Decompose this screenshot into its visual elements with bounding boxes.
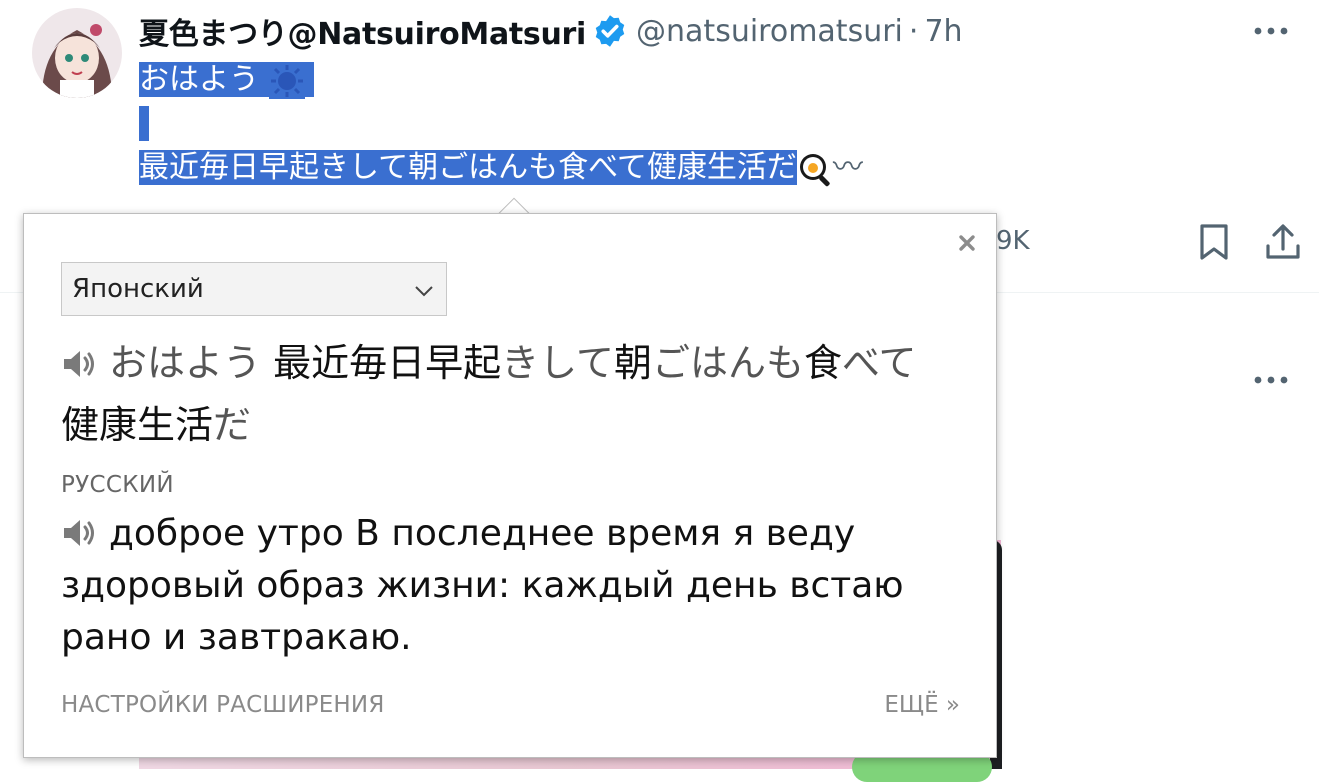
translation-text: доброе утро В последнее время я веду здо… <box>61 508 941 664</box>
selected-text: 最近毎日早起きして朝ごはんも食べて健康生活だ <box>139 150 797 185</box>
wavy-dash-glyph: 〰 <box>832 150 863 185</box>
source-word: べて <box>842 341 917 385</box>
source-word: きして <box>501 341 614 385</box>
translation-popup: Японский おはよう 最近毎日早起きして朝ごはんも食べて健康生活だ РУС… <box>23 213 997 758</box>
chevron-down-icon <box>412 279 436 303</box>
share-icon[interactable] <box>1264 222 1302 262</box>
display-name[interactable]: 夏色まつり@NatsuiroMatsuri <box>139 9 586 53</box>
speaker-icon[interactable] <box>61 512 97 546</box>
avatar-image <box>32 8 122 98</box>
source-word-highlighted: 食 <box>804 341 843 385</box>
source-word-highlighted: 健康生活 <box>61 403 214 447</box>
extension-settings-link[interactable]: НАСТРОЙКИ РАСШИРЕНИЯ <box>61 692 385 718</box>
tweet-text-line-2 <box>139 102 863 146</box>
source-word-highlighted: 朝 <box>613 341 652 385</box>
popup-pointer <box>496 195 530 214</box>
source-language-value: Японский <box>72 274 204 304</box>
more-horizontal-icon[interactable] <box>1251 365 1291 395</box>
source-text-content: おはよう 最近毎日早起きして朝ごはんも食べて健康生活だ <box>61 341 917 447</box>
verified-badge-icon <box>592 13 628 49</box>
source-language-select[interactable]: Японский <box>61 262 447 316</box>
source-word-highlighted: 最近毎日早起 <box>273 341 502 385</box>
greeting-text: おはよう <box>139 62 259 97</box>
tweet-header: 夏色まつり@NatsuiroMatsuri @natsuiromatsuri ·… <box>139 9 963 53</box>
close-icon[interactable] <box>956 232 978 254</box>
avatar[interactable] <box>32 8 122 98</box>
speaker-icon[interactable] <box>61 336 97 377</box>
fried-egg-emoji-icon <box>797 151 833 187</box>
views-count[interactable]: 9K <box>996 226 1030 256</box>
header-separator: · <box>908 13 919 49</box>
tweet-text-line-3: 最近毎日早起きして朝ごはんも食べて健康生活だ 〰 <box>139 146 863 190</box>
tweet-text: おはよう 最近毎日早起きして朝ごはんも食べて健康生活だ 〰 <box>139 58 863 190</box>
sun-emoji-icon <box>268 62 305 99</box>
source-word: だ <box>213 403 252 447</box>
translation-content: доброе утро В последнее время я веду здо… <box>61 513 904 658</box>
bookmark-icon[interactable] <box>1196 222 1232 262</box>
user-handle[interactable]: @natsuiromatsuri <box>636 14 903 49</box>
tweet-timestamp[interactable]: 7h <box>924 14 962 49</box>
more-horizontal-icon[interactable] <box>1251 16 1291 46</box>
source-word: ごはんも <box>652 341 805 385</box>
more-link[interactable]: ЕЩЁ » <box>884 692 960 718</box>
source-word: おはよう <box>109 341 274 385</box>
target-language-label: РУССКИЙ <box>61 472 174 498</box>
tweet-text-line-1: おはよう <box>139 58 863 102</box>
source-text: おはよう 最近毎日早起きして朝ごはんも食べて健康生活だ <box>61 332 951 456</box>
